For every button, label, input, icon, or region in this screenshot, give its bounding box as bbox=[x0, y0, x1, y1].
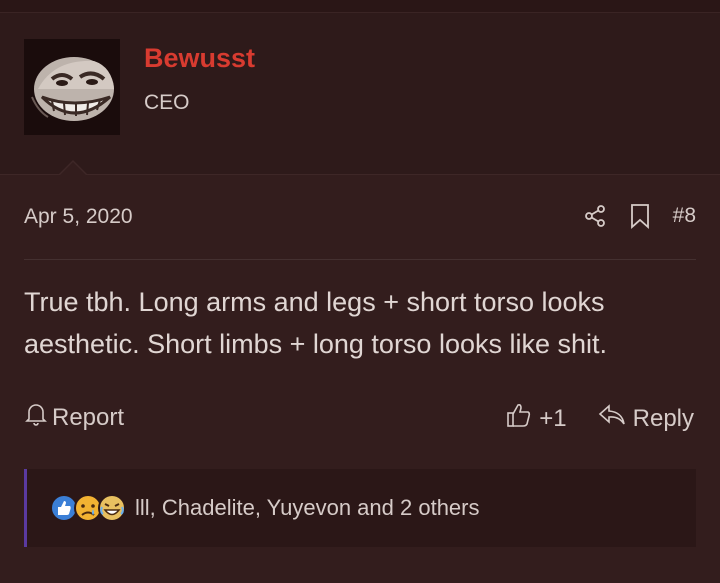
post-date-link[interactable]: Apr 5, 2020 bbox=[24, 205, 133, 229]
reaction-users[interactable]: lll, Chadelite, Yuyevon and 2 others bbox=[135, 495, 480, 521]
post-user-block: Bewusst CEO bbox=[0, 13, 720, 173]
bookmark-icon[interactable] bbox=[629, 203, 651, 229]
like-button[interactable]: +1 bbox=[505, 401, 567, 436]
user-title: CEO bbox=[144, 91, 190, 114]
post-tools: #8 bbox=[583, 201, 696, 231]
top-band bbox=[0, 0, 720, 13]
post-number[interactable]: #8 bbox=[673, 204, 696, 228]
trollface-icon bbox=[24, 39, 120, 135]
reply-icon bbox=[597, 402, 627, 435]
username[interactable]: Bewusst bbox=[144, 43, 255, 74]
post-arrow-inner bbox=[59, 162, 87, 176]
reactions-bar[interactable]: lll, Chadelite, Yuyevon and 2 others bbox=[24, 469, 696, 547]
avatar[interactable] bbox=[24, 39, 120, 135]
reaction-icons bbox=[49, 493, 127, 523]
like-count: +1 bbox=[539, 404, 567, 432]
post-footer-actions: +1 Reply bbox=[505, 401, 694, 436]
thumbs-up-icon bbox=[505, 401, 533, 436]
post-message: True tbh. Long arms and legs + short tor… bbox=[24, 287, 608, 359]
post-divider bbox=[24, 259, 696, 260]
bell-icon bbox=[24, 401, 48, 434]
reply-label: Reply bbox=[632, 404, 694, 432]
post-body: Apr 5, 2020 #8 True tbh. Long arms and l… bbox=[0, 160, 720, 583]
share-icon[interactable] bbox=[583, 204, 607, 228]
reply-button[interactable]: Reply bbox=[597, 402, 694, 435]
report-label: Report bbox=[52, 403, 125, 431]
laugh-reaction-icon bbox=[97, 493, 127, 523]
report-button[interactable]: Report bbox=[24, 401, 124, 434]
